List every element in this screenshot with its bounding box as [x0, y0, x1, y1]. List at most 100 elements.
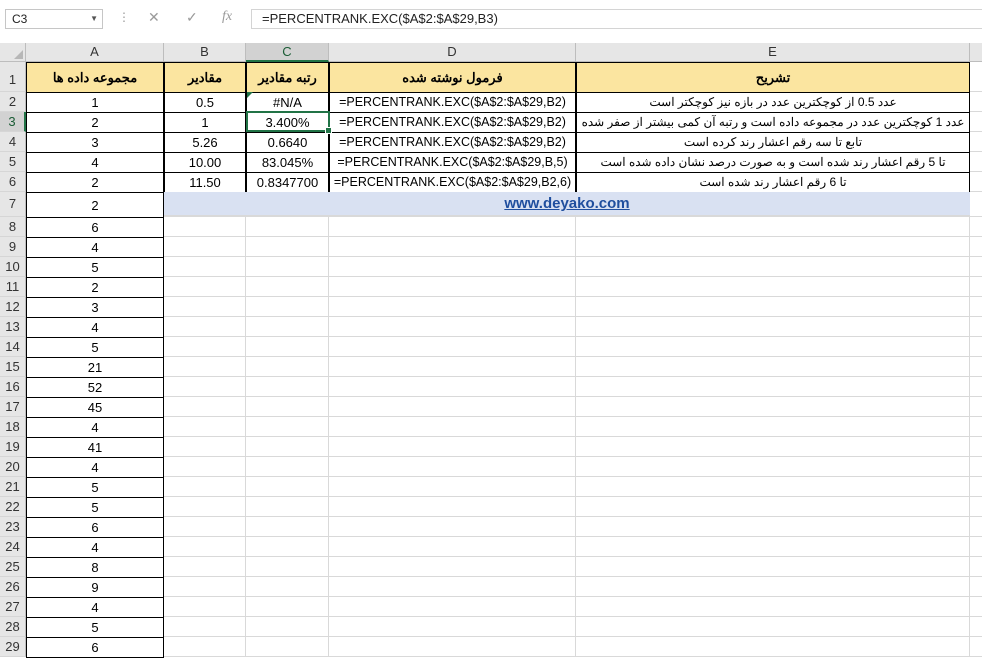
cell[interactable] [246, 577, 329, 597]
description-cell-e[interactable]: عدد 1 کوچکترین عدد در مجموعه داده است و … [576, 112, 970, 133]
cell[interactable] [329, 597, 576, 617]
data-cell-a[interactable]: 2 [26, 112, 164, 133]
cell[interactable] [970, 497, 982, 517]
cell[interactable] [970, 477, 982, 497]
data-cell-a[interactable]: 6 [26, 517, 164, 538]
cell[interactable] [970, 557, 982, 577]
cell[interactable] [246, 477, 329, 497]
cell[interactable] [329, 477, 576, 497]
cell[interactable] [970, 417, 982, 437]
cell[interactable] [164, 477, 246, 497]
cell[interactable] [246, 377, 329, 397]
cell[interactable] [329, 217, 576, 237]
cell[interactable] [329, 237, 576, 257]
cell[interactable] [329, 537, 576, 557]
cell[interactable] [164, 237, 246, 257]
data-cell-a[interactable]: 2 [26, 277, 164, 298]
cell[interactable] [164, 517, 246, 537]
cell[interactable] [164, 317, 246, 337]
data-cell-a[interactable]: 2 [26, 172, 164, 193]
chevron-down-icon[interactable]: ▼ [90, 10, 98, 28]
cell[interactable] [970, 537, 982, 557]
data-cell-a[interactable]: 9 [26, 577, 164, 598]
select-all-corner[interactable] [0, 43, 26, 62]
row-header-22[interactable]: 22 [0, 497, 26, 517]
row-header-16[interactable]: 16 [0, 377, 26, 397]
cell[interactable] [576, 597, 970, 617]
cell[interactable] [164, 377, 246, 397]
header-cell-a[interactable]: مجموعه داده ها [26, 62, 164, 93]
cell[interactable] [576, 637, 970, 657]
cell[interactable] [329, 257, 576, 277]
value-cell-b[interactable]: 1 [164, 112, 246, 133]
cell[interactable] [164, 597, 246, 617]
cell[interactable] [576, 577, 970, 597]
name-box[interactable]: C3 ▼ [5, 9, 103, 29]
cell[interactable] [164, 217, 246, 237]
rank-cell-c[interactable]: 0.8347700 [246, 172, 329, 193]
cell[interactable] [329, 437, 576, 457]
cell[interactable] [970, 437, 982, 457]
value-cell-b[interactable]: 5.26 [164, 132, 246, 153]
website-link[interactable]: www.deyako.com [164, 192, 970, 216]
header-cell-b[interactable]: مقادیر [164, 62, 246, 93]
cell[interactable] [246, 357, 329, 377]
row-header-20[interactable]: 20 [0, 457, 26, 477]
header-cell-d[interactable]: فرمول نوشته شده [329, 62, 576, 93]
cell[interactable] [970, 457, 982, 477]
rank-cell-c[interactable]: #N/A [246, 92, 329, 113]
data-cell-a[interactable]: 4 [26, 152, 164, 173]
cell[interactable] [576, 537, 970, 557]
cell[interactable] [329, 297, 576, 317]
row-header-7[interactable]: 7 [0, 192, 26, 217]
data-cell-a[interactable]: 4 [26, 237, 164, 258]
cell[interactable] [970, 337, 982, 357]
cell[interactable] [329, 517, 576, 537]
value-cell-b[interactable]: 11.50 [164, 172, 246, 193]
cell[interactable] [970, 237, 982, 257]
data-cell-a[interactable]: 3 [26, 297, 164, 318]
row-header-28[interactable]: 28 [0, 617, 26, 637]
description-cell-e[interactable]: تابع تا سه رقم اعشار رند کرده است [576, 132, 970, 153]
cell[interactable] [576, 217, 970, 237]
data-cell-a[interactable]: 4 [26, 417, 164, 438]
row-header-18[interactable]: 18 [0, 417, 26, 437]
cell[interactable] [576, 357, 970, 377]
row-header-15[interactable]: 15 [0, 357, 26, 377]
cell[interactable] [164, 277, 246, 297]
cell[interactable] [576, 377, 970, 397]
cell[interactable] [246, 217, 329, 237]
header-cell-e[interactable]: تشریح [576, 62, 970, 93]
cell[interactable] [329, 417, 576, 437]
column-header-f[interactable] [970, 43, 982, 62]
data-cell-a[interactable]: 3 [26, 132, 164, 153]
cell[interactable] [329, 617, 576, 637]
formula-input[interactable]: =PERCENTRANK.EXC($A$2:$A$29,B3) [251, 9, 982, 29]
cell[interactable] [164, 257, 246, 277]
column-header-d[interactable]: D [329, 43, 576, 62]
cell[interactable] [164, 457, 246, 477]
cell[interactable] [970, 617, 982, 637]
cell[interactable] [970, 397, 982, 417]
cell[interactable] [329, 317, 576, 337]
row-header-12[interactable]: 12 [0, 297, 26, 317]
drag-handle-icon[interactable]: ⋮ [118, 10, 130, 24]
row-header-24[interactable]: 24 [0, 537, 26, 557]
cell[interactable] [329, 377, 576, 397]
rank-cell-c[interactable]: 83.045% [246, 152, 329, 173]
header-cell-c[interactable]: رتبه مقادیر [246, 62, 329, 93]
cell[interactable] [970, 317, 982, 337]
cell[interactable] [576, 277, 970, 297]
column-header-e[interactable]: E [576, 43, 970, 62]
row-header-9[interactable]: 9 [0, 237, 26, 257]
description-cell-e[interactable]: تا 6 رقم اعشار رند شده است [576, 172, 970, 193]
value-cell-b[interactable]: 10.00 [164, 152, 246, 173]
cell[interactable] [576, 497, 970, 517]
row-header-13[interactable]: 13 [0, 317, 26, 337]
data-cell-a[interactable]: 5 [26, 337, 164, 358]
data-cell-a[interactable]: 4 [26, 537, 164, 558]
data-cell-a[interactable]: 5 [26, 497, 164, 518]
cell[interactable] [246, 617, 329, 637]
column-header-c[interactable]: C [246, 43, 329, 62]
cell[interactable] [329, 497, 576, 517]
